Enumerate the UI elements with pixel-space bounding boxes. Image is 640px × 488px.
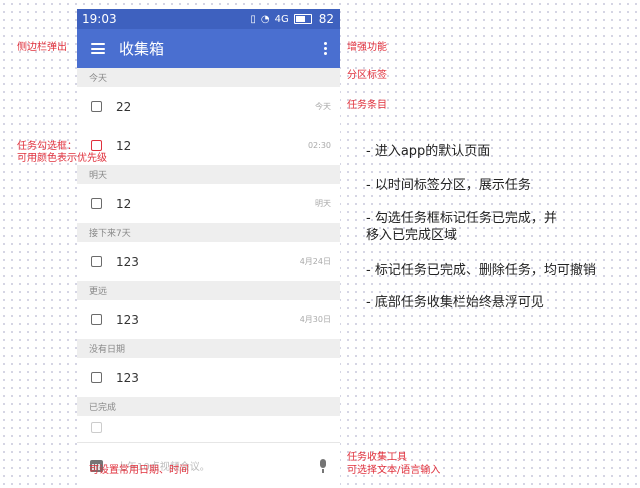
annotation-task-item: 任务条目	[347, 100, 387, 111]
battery-percent: 82	[318, 12, 334, 26]
task-checkbox[interactable]	[91, 198, 102, 209]
section-header-today: 今天	[77, 68, 340, 87]
annotation-enhance: 增强功能	[347, 42, 387, 53]
task-title: 12	[116, 138, 132, 153]
page-title: 收集箱	[119, 40, 165, 58]
annotation-sidebar: 侧边栏弹出	[17, 42, 67, 53]
status-time: 19:03	[82, 12, 117, 26]
completed-task-row-faded	[77, 416, 340, 438]
task-row[interactable]: 123 4月24日	[77, 242, 340, 281]
task-list: 今天 22 今天 12 02:30 明天 12 明天 接下来7天 123 4月2…	[77, 68, 340, 438]
task-title: 123	[116, 254, 139, 269]
faded-task-title	[116, 420, 331, 434]
section-header-tomorrow: 明天	[77, 165, 340, 184]
annotation-date-time: 可设置常用日期、时间	[89, 465, 189, 476]
hamburger-menu-icon[interactable]	[91, 43, 105, 54]
task-title: 123	[116, 312, 139, 327]
annotation-checkbox-line2: 可用颜色表示优先级	[17, 153, 107, 164]
task-checkbox	[91, 421, 102, 433]
description-line: - 标记任务已完成、删除任务，均可撤销	[366, 263, 596, 278]
more-options-icon[interactable]	[320, 42, 330, 55]
section-header-next-7-days: 接下来7天	[77, 223, 340, 242]
task-row[interactable]: 123 4月30日	[77, 300, 340, 339]
description-line: - 勾选任务框标记任务已完成，并	[366, 211, 557, 226]
phone-screen: 19:03 ▯ ◔ 4G 82 收集箱 今天 22 今天 12 02:30 明天…	[77, 9, 340, 488]
section-header-completed: 已完成	[77, 397, 340, 416]
annotation-collector-line1: 任务收集工具	[347, 452, 407, 463]
vibrate-icon: ▯	[250, 13, 256, 25]
task-row[interactable]: 123	[77, 358, 340, 397]
task-row[interactable]: 22 今天	[77, 87, 340, 126]
task-checkbox[interactable]	[91, 101, 102, 112]
annotation-checkbox-line1: 任务勾选框：	[17, 141, 77, 152]
section-header-no-date: 没有日期	[77, 339, 340, 358]
task-date: 02:30	[307, 141, 331, 150]
task-date: 今天	[315, 102, 331, 111]
signal-icon: 4G	[274, 13, 289, 25]
description-line: 移入已完成区域	[366, 228, 458, 243]
description-line: - 进入app的默认页面	[366, 144, 491, 159]
alarm-icon: ◔	[260, 13, 270, 25]
annotation-collector-line2: 可选择文本/语言输入	[347, 465, 441, 476]
section-header-later: 更远	[77, 281, 340, 300]
app-bar: 收集箱	[77, 29, 340, 68]
task-date: 明天	[315, 199, 331, 208]
task-title: 123	[116, 370, 139, 385]
task-checkbox[interactable]	[91, 314, 102, 325]
description-line: - 以时间标签分区，展示任务	[366, 178, 531, 193]
description-line: - 底部任务收集栏始终悬浮可见	[366, 295, 544, 310]
task-title: 22	[116, 99, 132, 114]
task-row[interactable]: 12 明天	[77, 184, 340, 223]
microphone-icon[interactable]	[318, 458, 328, 473]
task-checkbox[interactable]	[91, 256, 102, 267]
status-bar: 19:03 ▯ ◔ 4G 82	[77, 9, 340, 29]
task-date: 4月30日	[299, 315, 331, 324]
annotation-section-tag: 分区标签	[347, 70, 387, 81]
task-checkbox[interactable]	[91, 372, 102, 383]
task-date: 4月24日	[299, 257, 331, 266]
task-checkbox-priority[interactable]	[91, 140, 102, 151]
status-icons: ▯ ◔ 4G 82	[250, 12, 334, 26]
task-row[interactable]: 12 02:30	[77, 126, 340, 165]
battery-icon	[293, 14, 312, 24]
task-title: 12	[116, 196, 132, 211]
